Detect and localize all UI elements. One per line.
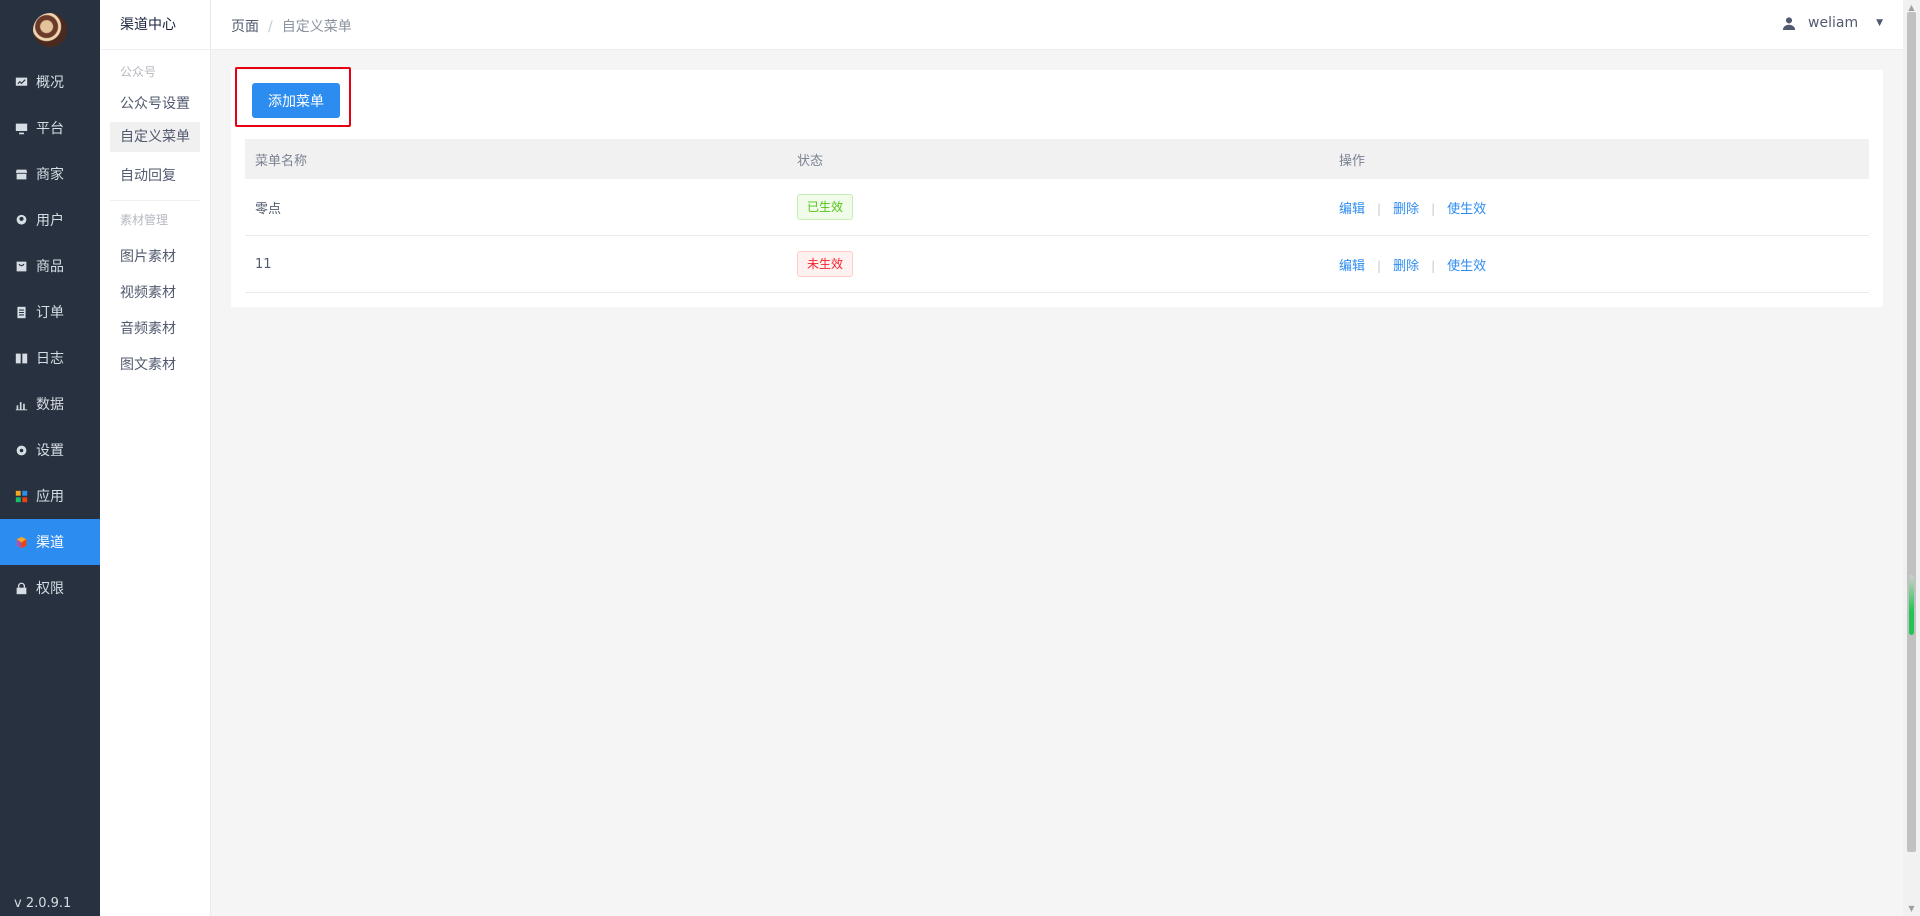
content-card: 添加菜单 菜单名称 状态 操作 零点 已生效 编辑 | 删除 | 使生效 11 未生效 … (231, 67, 1883, 307)
clipboard-icon (14, 305, 28, 319)
breadcrumb-current: 自定义菜单 (281, 19, 352, 35)
submenu-divider (110, 200, 200, 201)
column-header-status: 状态 (797, 153, 824, 169)
lock-icon (14, 581, 28, 595)
bar-chart-icon (14, 397, 28, 411)
nav-label: 平台 (36, 121, 64, 137)
nav-item-permission[interactable]: 权限 (0, 565, 100, 611)
submenu-item-auto-reply[interactable]: 自动回复 (100, 158, 210, 194)
activate-link[interactable]: 使生效 (1447, 259, 1486, 274)
action-divider: | (1431, 258, 1436, 273)
main-nav: 概况 平台 商家 用户 商品 订单 日志 数据 设置 应用 渠道 权限 (0, 59, 100, 611)
nav-label: 用户 (36, 213, 64, 229)
nav-label: 设置 (36, 443, 64, 459)
nav-item-overview[interactable]: 概况 (0, 59, 100, 105)
row-actions: 编辑 | 删除 | 使生效 (1329, 255, 1869, 274)
nav-label: 商家 (36, 167, 64, 183)
nav-label: 订单 (36, 305, 64, 321)
menu-name: 11 (255, 256, 272, 272)
edit-link[interactable]: 编辑 (1339, 259, 1365, 274)
monitor-icon (14, 121, 28, 135)
bag-icon (14, 259, 28, 273)
status-badge: 未生效 (797, 251, 854, 277)
submenu-group-label: 公众号 (120, 65, 157, 79)
nav-item-user[interactable]: 用户 (0, 197, 100, 243)
row-actions: 编辑 | 删除 | 使生效 (1329, 198, 1869, 217)
scroll-down-arrow-icon[interactable]: ▼ (1907, 904, 1916, 913)
delete-link[interactable]: 删除 (1393, 259, 1419, 274)
breadcrumb: 页面 / 自定义菜单 (231, 16, 352, 36)
nav-label: 渠道 (36, 535, 64, 551)
breadcrumb-root[interactable]: 页面 (231, 19, 259, 35)
nav-label: 日志 (36, 351, 64, 367)
nav-item-data[interactable]: 数据 (0, 381, 100, 427)
submenu-group-label: 素材管理 (120, 213, 169, 227)
column-header-name: 菜单名称 (255, 153, 308, 169)
nav-item-platform[interactable]: 平台 (0, 105, 100, 151)
nav-item-merchant[interactable]: 商家 (0, 151, 100, 197)
menu-table: 菜单名称 状态 操作 零点 已生效 编辑 | 删除 | 使生效 11 未生效 编辑 | 删除… (245, 139, 1869, 293)
action-divider: | (1377, 201, 1382, 216)
breadcrumb-separator: / (268, 19, 273, 35)
sub-sidebar: 渠道中心 公众号 公众号设置 自定义菜单 自动回复 素材管理 图片素材 视频素材… (100, 0, 211, 916)
cube-icon (14, 535, 28, 549)
user-avatar-icon (1782, 17, 1796, 30)
nav-item-channel[interactable]: 渠道 (0, 519, 100, 565)
store-icon (14, 167, 28, 181)
activate-link[interactable]: 使生效 (1447, 202, 1486, 217)
book-icon (14, 351, 28, 365)
version-label: v 2.0.9.1 (14, 896, 72, 911)
scrollbar-thumb[interactable] (1907, 12, 1916, 852)
submenu-title: 渠道中心 (100, 0, 210, 50)
nav-item-goods[interactable]: 商品 (0, 243, 100, 289)
submenu-item-audio-material[interactable]: 音频素材 (100, 311, 210, 347)
gear-icon (14, 443, 28, 457)
status-badge: 已生效 (797, 194, 854, 220)
edit-link[interactable]: 编辑 (1339, 202, 1365, 217)
highlight-box: 添加菜单 (235, 67, 351, 127)
app-logo[interactable] (33, 13, 67, 47)
action-divider: | (1377, 258, 1382, 273)
delete-link[interactable]: 删除 (1393, 202, 1419, 217)
submenu-item-article-material[interactable]: 图文素材 (100, 347, 210, 383)
column-header-actions: 操作 (1339, 153, 1366, 169)
submenu-item-image-material[interactable]: 图片素材 (100, 239, 210, 275)
submenu-item-video-material[interactable]: 视频素材 (100, 275, 210, 311)
table-header: 菜单名称 状态 操作 (245, 139, 1869, 179)
table-row: 11 未生效 编辑 | 删除 | 使生效 (245, 236, 1869, 293)
dashboard-icon (14, 75, 28, 89)
chevron-down-icon: ▼ (1876, 18, 1883, 28)
submenu-item-account-settings[interactable]: 公众号设置 (100, 86, 210, 122)
table-row: 零点 已生效 编辑 | 删除 | 使生效 (245, 179, 1869, 236)
action-divider: | (1431, 201, 1436, 216)
nav-label: 数据 (36, 397, 64, 413)
username: weliam (1808, 15, 1859, 31)
submenu-item-custom-menu[interactable]: 自定义菜单 (110, 122, 200, 152)
nav-item-settings[interactable]: 设置 (0, 427, 100, 473)
user-icon (14, 213, 28, 227)
nav-label: 应用 (36, 489, 64, 505)
menu-name: 零点 (255, 201, 282, 217)
scroll-up-arrow-icon[interactable]: ▲ (1907, 3, 1916, 12)
nav-item-log[interactable]: 日志 (0, 335, 100, 381)
page-scrollbar[interactable]: ▲ ▼ (1903, 0, 1920, 916)
nav-label: 商品 (36, 259, 64, 275)
nav-label: 权限 (36, 581, 64, 597)
main-sidebar: 概况 平台 商家 用户 商品 订单 日志 数据 设置 应用 渠道 权限 v 2.… (0, 0, 100, 916)
apps-grid-icon (14, 489, 28, 503)
nav-label: 概况 (36, 75, 64, 91)
add-menu-button[interactable]: 添加菜单 (252, 83, 340, 118)
top-header: 页面 / 自定义菜单 weliam ▼ (211, 0, 1903, 50)
nav-item-order[interactable]: 订单 (0, 289, 100, 335)
nav-item-apps[interactable]: 应用 (0, 473, 100, 519)
scroll-indicator (1909, 575, 1914, 635)
user-menu[interactable]: weliam ▼ (1782, 15, 1883, 31)
